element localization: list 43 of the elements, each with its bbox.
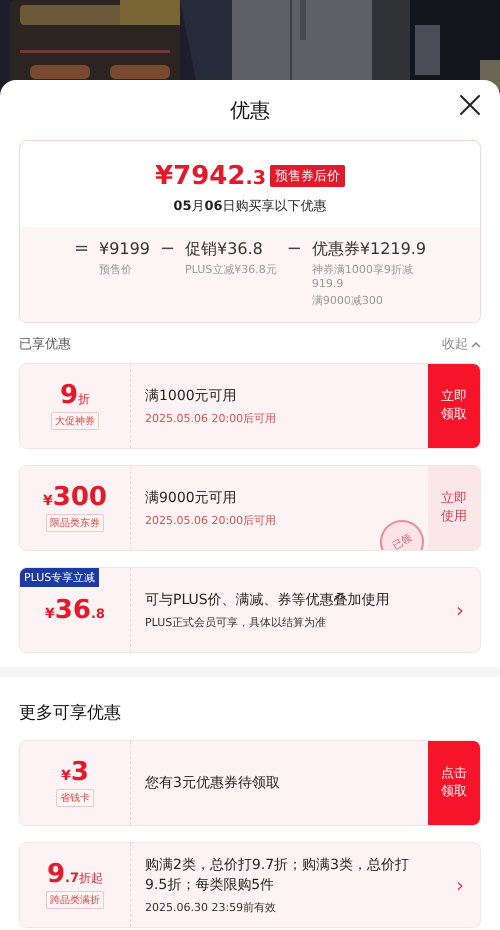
- coupon-tag: 大促神券: [51, 412, 99, 430]
- close-button[interactable]: [458, 93, 482, 117]
- coupon-amount: ¥300: [42, 484, 108, 510]
- coupon-amount: ¥36.8: [45, 597, 105, 623]
- price-component: 促销¥36.8: [185, 239, 264, 259]
- chevron-button[interactable]: ›: [440, 568, 480, 652]
- coupon-condition: 购满2类，总价打9.7折；购满3类，总价打9.5折；每类限购5件: [145, 856, 410, 895]
- final-price: ¥7942.3: [155, 161, 266, 191]
- chevron-button[interactable]: ›: [440, 843, 480, 927]
- coupon-action-button[interactable]: 立即领取: [428, 364, 480, 448]
- sheet-title: 优惠: [230, 96, 270, 124]
- coupon-amount: 9.7折起: [46, 861, 104, 887]
- price-badge: 预售券后价: [270, 165, 345, 187]
- coupon-note: PLUS正式会员可享，具体以结算为准: [145, 615, 328, 630]
- coupon-note: 2025.05.06 20:00后可用: [145, 411, 278, 426]
- coupon-condition: 您有3元优惠券待领取: [145, 774, 281, 793]
- section-title: 已享优惠: [19, 336, 71, 353]
- coupon-action-button[interactable]: 点击领取: [428, 741, 480, 825]
- price-component: 优惠券¥1219.9: [312, 239, 426, 259]
- date-line: 05月06日购买享以下优惠: [173, 198, 327, 215]
- coupon-tag: 省钱卡: [56, 789, 94, 807]
- price-note: PLUS立减¥36.8元: [185, 262, 277, 277]
- coupon-condition: 可与PLUS价、满减、券等优惠叠加使用: [145, 591, 391, 610]
- coupon-amount: ¥3: [61, 759, 89, 785]
- coupon-tag: 跨品类满折: [46, 891, 104, 909]
- coupon-amount: 9折: [60, 382, 90, 408]
- operator-sign: −: [286, 239, 302, 261]
- section-title: 更多可享优惠: [19, 702, 122, 724]
- coupon-condition: 满1000元可用: [145, 387, 238, 406]
- operator-sign: =: [74, 239, 90, 261]
- price-note: 满9000减300: [312, 293, 384, 308]
- coupon-tag: 限品类东券: [46, 514, 104, 532]
- collapse-toggle[interactable]: 收起: [442, 335, 481, 353]
- plus-badge: PLUS专享立减: [20, 568, 100, 587]
- coupon-condition: 满9000元可用: [145, 489, 238, 508]
- chevron-up-icon: [471, 340, 481, 348]
- price-component: ¥9199: [99, 239, 150, 259]
- coupon-note: 2025.05.06 20:00后可用: [145, 513, 278, 528]
- operator-sign: −: [160, 239, 176, 261]
- price-note: 预售价: [99, 262, 134, 277]
- coupon-action-button[interactable]: 立即使用: [428, 466, 480, 550]
- coupon-note: 2025.06.30 23:59前有效: [145, 900, 278, 915]
- price-note: 神券满1000享9折减919.9: [312, 262, 414, 290]
